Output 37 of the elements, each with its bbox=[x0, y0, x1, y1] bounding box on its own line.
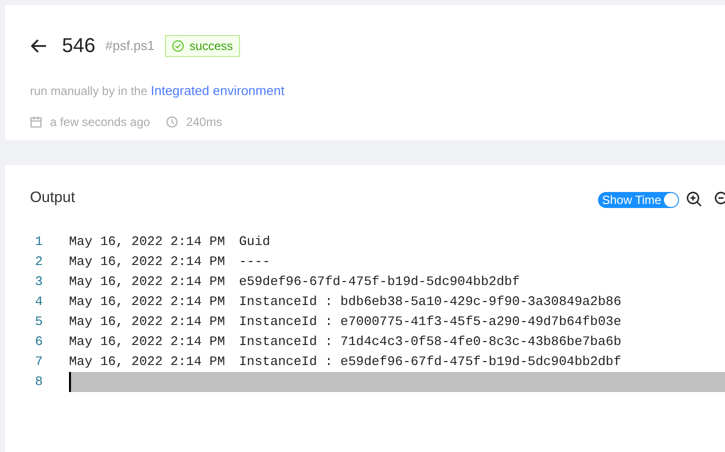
line-number: 2 bbox=[34, 252, 44, 271]
line-timestamp: May 16, 2022 2:14 PM bbox=[69, 292, 226, 311]
line-text: InstanceId : e59def96-67fd-475f-b19d-5dc904bb2dbf bbox=[239, 352, 622, 371]
line-text: InstanceId : e7000775-41f3-45f5-a290-49d7b64fb03e bbox=[239, 312, 622, 331]
line-timestamp: May 16, 2022 2:14 PM bbox=[69, 272, 226, 291]
line-timestamp: May 16, 2022 2:14 PM bbox=[69, 252, 226, 271]
line-timestamp: May 16, 2022 2:14 PM bbox=[69, 332, 226, 351]
calendar-icon bbox=[30, 116, 42, 128]
line-number: 4 bbox=[34, 292, 44, 311]
line-number: 6 bbox=[34, 332, 44, 351]
output-title: Output bbox=[30, 188, 76, 208]
run-number: 546 bbox=[62, 34, 96, 59]
clock-icon bbox=[166, 116, 178, 128]
line-number: 3 bbox=[34, 272, 44, 291]
run-duration: 240ms bbox=[186, 114, 222, 130]
script-name: #psf.ps1 bbox=[105, 37, 155, 56]
line-number: 5 bbox=[34, 312, 44, 331]
line-text: ---- bbox=[239, 252, 270, 271]
line-text: e59def96-67fd-475f-b19d-5dc904bb2dbf bbox=[239, 272, 520, 291]
status-badge: success bbox=[164, 35, 240, 57]
line-text: InstanceId : 71d4c4c3-0f58-4fe0-8c3c-43b86be7ba6b bbox=[239, 332, 622, 351]
line-timestamp: May 16, 2022 2:14 PM bbox=[69, 312, 226, 331]
run-description: run manually by in the Integrated environment bbox=[30, 82, 286, 100]
line-timestamp: May 16, 2022 2:14 PM bbox=[69, 352, 226, 371]
line-timestamp: May 16, 2022 2:14 PM bbox=[69, 232, 226, 251]
line-text: Guid bbox=[239, 232, 270, 251]
run-date: a few seconds ago bbox=[50, 114, 150, 130]
show-time-toggle[interactable]: Show Time bbox=[598, 192, 680, 208]
environment-link[interactable]: Integrated environment bbox=[150, 83, 284, 98]
line-number: 1 bbox=[34, 232, 44, 251]
back-button[interactable] bbox=[30, 37, 48, 55]
line-number: 7 bbox=[34, 352, 44, 371]
line-text: InstanceId : bdb6eb38-5a10-429c-9f90-3a30849a2b86 bbox=[239, 292, 622, 311]
zoom-in-icon[interactable] bbox=[686, 191, 702, 208]
back-arrow-icon bbox=[31, 39, 47, 53]
line-number: 8 bbox=[34, 372, 44, 391]
check-circle-icon bbox=[172, 40, 184, 52]
